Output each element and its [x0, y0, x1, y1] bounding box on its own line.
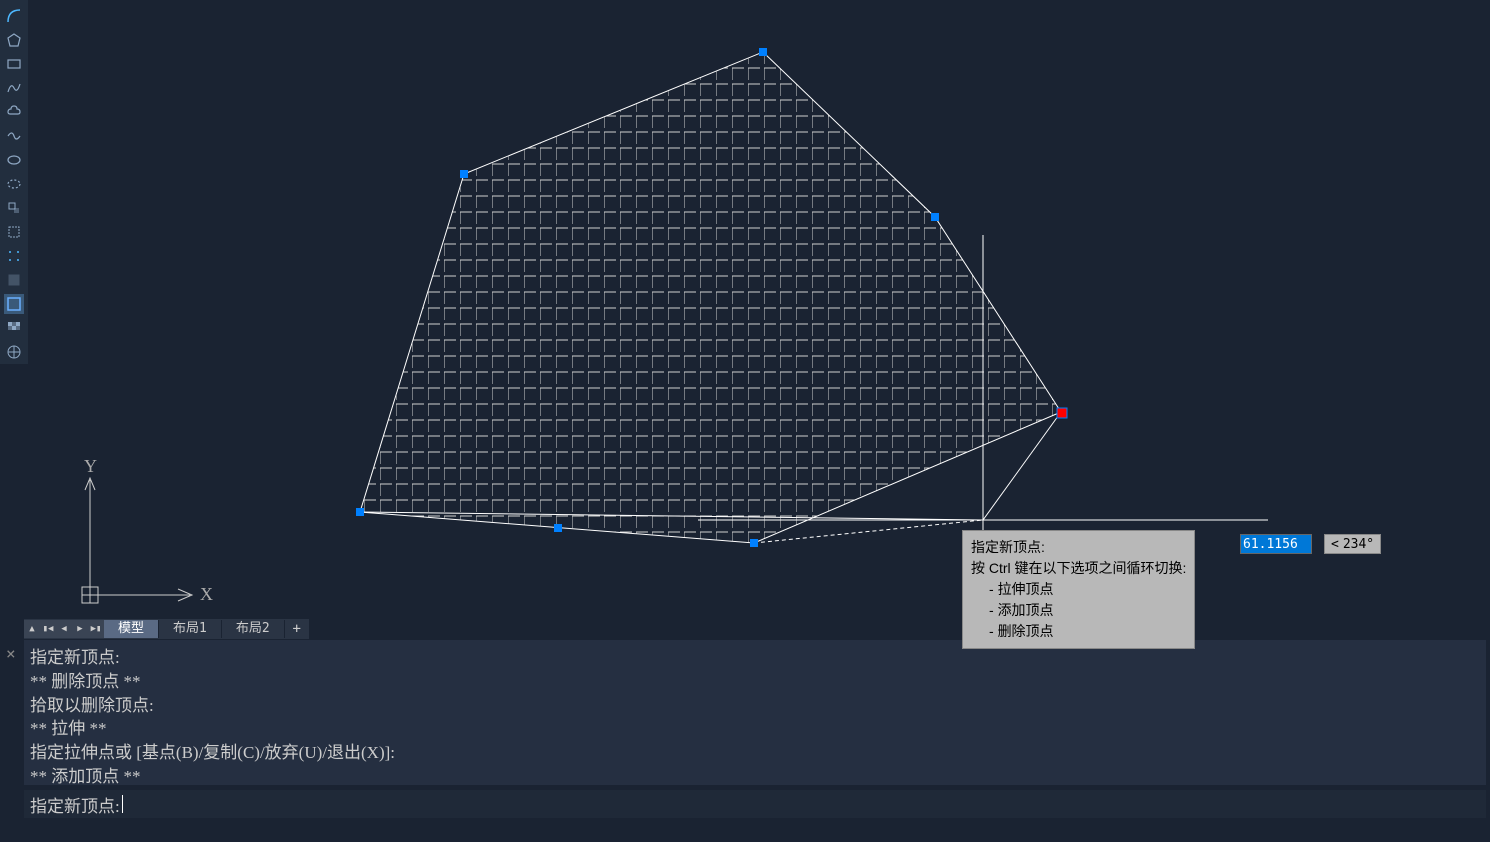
angle-lock-icon: <: [1331, 537, 1339, 552]
drawing-canvas[interactable]: Y X: [28, 0, 1490, 618]
text-cursor: [122, 795, 123, 813]
insert-block-tool-icon[interactable]: [4, 198, 24, 218]
region-tool-icon[interactable]: [4, 294, 24, 314]
grip-active[interactable]: [1057, 408, 1067, 418]
point-tool-icon[interactable]: [4, 246, 24, 266]
polygon-tool-icon[interactable]: [4, 30, 24, 50]
spline-tool-icon[interactable]: [4, 78, 24, 98]
ellipse-arc-tool-icon[interactable]: [4, 174, 24, 194]
tab-first-icon[interactable]: ▮◀: [40, 620, 56, 638]
dynamic-input-angle[interactable]: <234°: [1324, 533, 1381, 555]
tab-prev-icon[interactable]: ◀: [56, 620, 72, 638]
rectangle-tool-icon[interactable]: [4, 54, 24, 74]
distance-field[interactable]: [1240, 534, 1312, 554]
tooltip-opt: 拉伸顶点: [998, 581, 1054, 597]
grip[interactable]: [554, 524, 562, 532]
tab-next-icon[interactable]: ▶: [72, 620, 88, 638]
tooltip-opt: 添加顶点: [998, 602, 1054, 618]
hatch-tool-icon[interactable]: [4, 318, 24, 338]
cmd-close-icon[interactable]: ×: [6, 644, 16, 663]
tooltip-opt: 删除顶点: [998, 623, 1054, 639]
angle-value: 234°: [1343, 537, 1374, 552]
grip[interactable]: [750, 539, 758, 547]
history-line: 指定新顶点:: [30, 646, 1480, 670]
table-tool-icon[interactable]: [4, 342, 24, 362]
tooltip-line: 按 Ctrl 键在以下选项之间循环切换:: [971, 558, 1186, 579]
history-line: ** 拉伸 **: [30, 717, 1480, 741]
tab-model[interactable]: 模型: [104, 620, 159, 638]
command-prompt: 指定新顶点:: [30, 792, 120, 817]
grip[interactable]: [356, 508, 364, 516]
arc-tool-icon[interactable]: [4, 6, 24, 26]
tab-layout2[interactable]: 布局2: [222, 620, 285, 638]
layout-tabs: ▲ ▮◀ ◀ ▶ ▶▮ 模型 布局1 布局2 +: [24, 619, 309, 639]
grip[interactable]: [931, 213, 939, 221]
box-tool-icon[interactable]: [4, 270, 24, 290]
history-line: 指定拉伸点或 [基点(B)/复制(C)/放弃(U)/退出(X)]:: [30, 741, 1480, 765]
command-history[interactable]: 指定新顶点: ** 删除顶点 ** 拾取以删除顶点: ** 拉伸 ** 指定拉伸…: [24, 640, 1486, 785]
grip-tooltip: 指定新顶点: 按 Ctrl 键在以下选项之间循环切换: - 拉伸顶点 - 添加顶…: [962, 530, 1195, 649]
history-line: ** 删除顶点 **: [30, 670, 1480, 694]
hatch-fill: [28, 0, 1490, 618]
revcloud-tool-icon[interactable]: [4, 102, 24, 122]
ellipse-tool-icon[interactable]: [4, 150, 24, 170]
drawing-svg: [28, 0, 1490, 618]
grip[interactable]: [759, 48, 767, 56]
history-line: ** 添加顶点 **: [30, 765, 1480, 785]
grip[interactable]: [460, 170, 468, 178]
tab-layout1[interactable]: 布局1: [159, 620, 222, 638]
left-toolbar: [0, 0, 28, 364]
tooltip-line: 指定新顶点:: [971, 537, 1186, 558]
tab-last-icon[interactable]: ▶▮: [88, 620, 104, 638]
dynamic-input-distance[interactable]: [1240, 533, 1312, 555]
pline-tool-icon[interactable]: [4, 222, 24, 242]
tab-add-button[interactable]: +: [285, 620, 309, 638]
command-line[interactable]: 指定新顶点:: [24, 790, 1486, 818]
history-line: 拾取以删除顶点:: [30, 694, 1480, 718]
tab-scroll-up-icon[interactable]: ▲: [24, 620, 40, 638]
spline2-tool-icon[interactable]: [4, 126, 24, 146]
